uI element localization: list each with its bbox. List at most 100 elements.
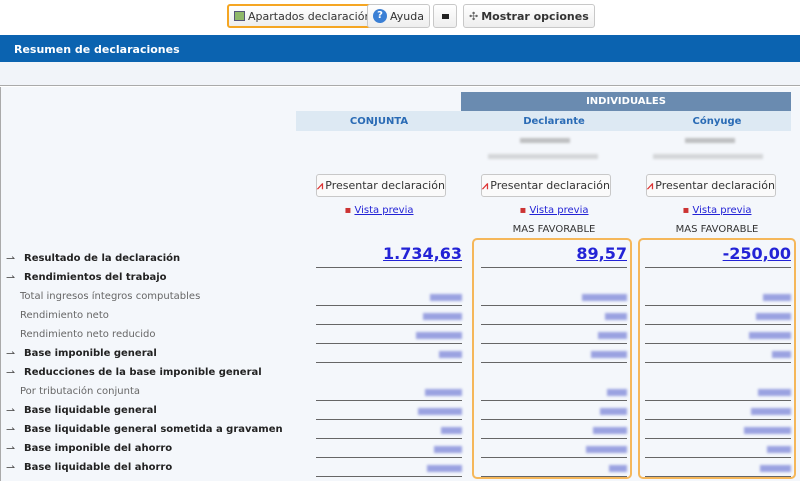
redacted-name: [520, 138, 570, 143]
redacted-value[interactable]: [425, 389, 462, 396]
row-label[interactable]: Base liquidable general sometida a grava…: [24, 424, 283, 435]
value-cell: [481, 345, 627, 363]
table-row: ⇀ Base imponible general: [0, 345, 800, 364]
value-cell: [645, 459, 791, 477]
redacted-value[interactable]: [772, 351, 791, 358]
value-cell: [645, 402, 791, 420]
row-label[interactable]: Base liquidable del ahorro: [24, 462, 172, 473]
table-row: ⇀ Reducciones de la base imponible gener…: [0, 364, 800, 383]
vista-previa-declarante: ▪ Vista previa: [479, 205, 629, 216]
table-row: ⇀ Base liquidable del ahorro: [0, 459, 800, 478]
value-cell: [481, 459, 627, 477]
redacted-value[interactable]: [767, 446, 791, 453]
redacted-value[interactable]: [441, 427, 462, 434]
row-label: Por tributación conjunta: [20, 386, 140, 397]
col-declarante: Declarante: [523, 116, 585, 127]
redacted-value[interactable]: [749, 332, 791, 339]
presentar-declarante-button[interactable]: ⩘ Presentar declaración: [481, 174, 611, 197]
redacted-value[interactable]: [605, 313, 627, 320]
expand-icon[interactable]: ⇀: [6, 271, 15, 284]
camera-icon: [441, 13, 449, 19]
value-cell: [481, 421, 627, 439]
value-cell: [645, 383, 791, 401]
redacted-value[interactable]: [593, 427, 627, 434]
redacted-value[interactable]: [591, 351, 627, 358]
individuales-header: INDIVIDUALES: [461, 92, 791, 111]
result-value-link[interactable]: 89,57: [576, 244, 627, 263]
redacted-value[interactable]: [430, 294, 462, 301]
form-icon: [234, 11, 245, 21]
row-label[interactable]: Resultado de la declaración: [24, 253, 180, 264]
vista-previa-conyuge: ▪ Vista previa: [642, 205, 792, 216]
mas-favorable-conyuge: MAS FAVORABLE: [675, 224, 759, 235]
aeat-logo-icon: ⩘: [482, 178, 489, 192]
redacted-value[interactable]: [600, 408, 627, 415]
expand-icon[interactable]: ⇀: [6, 442, 15, 455]
table-row: ⇀ Base liquidable general: [0, 402, 800, 421]
redacted-value[interactable]: [756, 313, 791, 320]
value-cell: 1.734,63: [316, 244, 462, 268]
ayuda-button[interactable]: ? Ayuda: [367, 4, 430, 28]
vista-previa-conjunta: ▪ Vista previa: [304, 205, 454, 216]
redacted-value[interactable]: [418, 408, 462, 415]
camera-button[interactable]: [433, 4, 457, 28]
value-cell: [481, 383, 627, 401]
row-label[interactable]: Base imponible del ahorro: [24, 443, 172, 454]
table-row: Rendimiento neto reducido: [0, 326, 800, 345]
pdf-icon: ▪: [682, 205, 690, 216]
expand-icon[interactable]: ⇀: [6, 347, 15, 360]
redacted-value[interactable]: [598, 332, 627, 339]
result-value-link[interactable]: -250,00: [723, 244, 791, 263]
row-label[interactable]: Reducciones de la base imponible general: [24, 367, 262, 378]
aeat-logo-icon: ⩘: [647, 178, 654, 192]
redacted-value[interactable]: [434, 446, 462, 453]
vista-previa-link[interactable]: Vista previa: [529, 205, 588, 216]
apartados-declaracion-button[interactable]: Apartados declaración: [227, 4, 379, 28]
table-row: ⇀ Rendimientos del trabajo: [0, 269, 800, 288]
redacted-value[interactable]: [586, 446, 627, 453]
redacted-value[interactable]: [427, 465, 462, 472]
table-row: ⇀ Resultado de la declaración 1.734,63 89,…: [0, 244, 800, 269]
value-cell: [645, 288, 791, 306]
ayuda-label: Ayuda: [390, 9, 424, 23]
vista-previa-link[interactable]: Vista previa: [354, 205, 413, 216]
value-cell: [645, 440, 791, 458]
value-cell: [481, 288, 627, 306]
redacted-value[interactable]: [760, 465, 791, 472]
expand-icon[interactable]: ⇀: [6, 423, 15, 436]
redacted-value[interactable]: [758, 389, 791, 396]
redacted-value[interactable]: [751, 408, 791, 415]
expand-icon[interactable]: ⇀: [6, 461, 15, 474]
redacted-value[interactable]: [439, 351, 462, 358]
redacted-value[interactable]: [607, 389, 627, 396]
redacted-value[interactable]: [416, 332, 462, 339]
value-cell: -250,00: [645, 244, 791, 268]
presentar-conjunta-button[interactable]: ⩘ Presentar declaración: [316, 174, 446, 197]
presentar-label: Presentar declaración: [490, 179, 610, 192]
redacted-value[interactable]: [744, 427, 791, 434]
row-label[interactable]: Base liquidable general: [24, 405, 157, 416]
apartados-label: Apartados declaración: [248, 9, 372, 23]
presentar-conyuge-button[interactable]: ⩘ Presentar declaración: [646, 174, 776, 197]
row-label[interactable]: Base imponible general: [24, 348, 157, 359]
redacted-value[interactable]: [582, 294, 627, 301]
redacted-value[interactable]: [423, 313, 462, 320]
row-label[interactable]: Rendimientos del trabajo: [24, 272, 167, 283]
mostrar-opciones-button[interactable]: ✣ Mostrar opciones: [463, 4, 595, 28]
row-label: Rendimiento neto: [20, 310, 109, 321]
value-cell: [316, 383, 462, 401]
value-cell: [316, 459, 462, 477]
value-cell: [316, 402, 462, 420]
table-row: ⇀ Base liquidable general sometida a gra…: [0, 421, 800, 440]
redacted-value[interactable]: [609, 465, 627, 472]
expand-icon[interactable]: ⇀: [6, 366, 15, 379]
vista-previa-link[interactable]: Vista previa: [692, 205, 751, 216]
expand-icon[interactable]: ⇀: [6, 404, 15, 417]
value-cell: [316, 440, 462, 458]
redacted-value[interactable]: [763, 294, 791, 301]
result-value-link[interactable]: 1.734,63: [383, 244, 462, 263]
expand-icon[interactable]: ⇀: [6, 252, 15, 265]
row-label: Rendimiento neto reducido: [20, 329, 156, 340]
help-icon: ?: [373, 9, 387, 23]
options-icon: ✣: [469, 9, 479, 23]
